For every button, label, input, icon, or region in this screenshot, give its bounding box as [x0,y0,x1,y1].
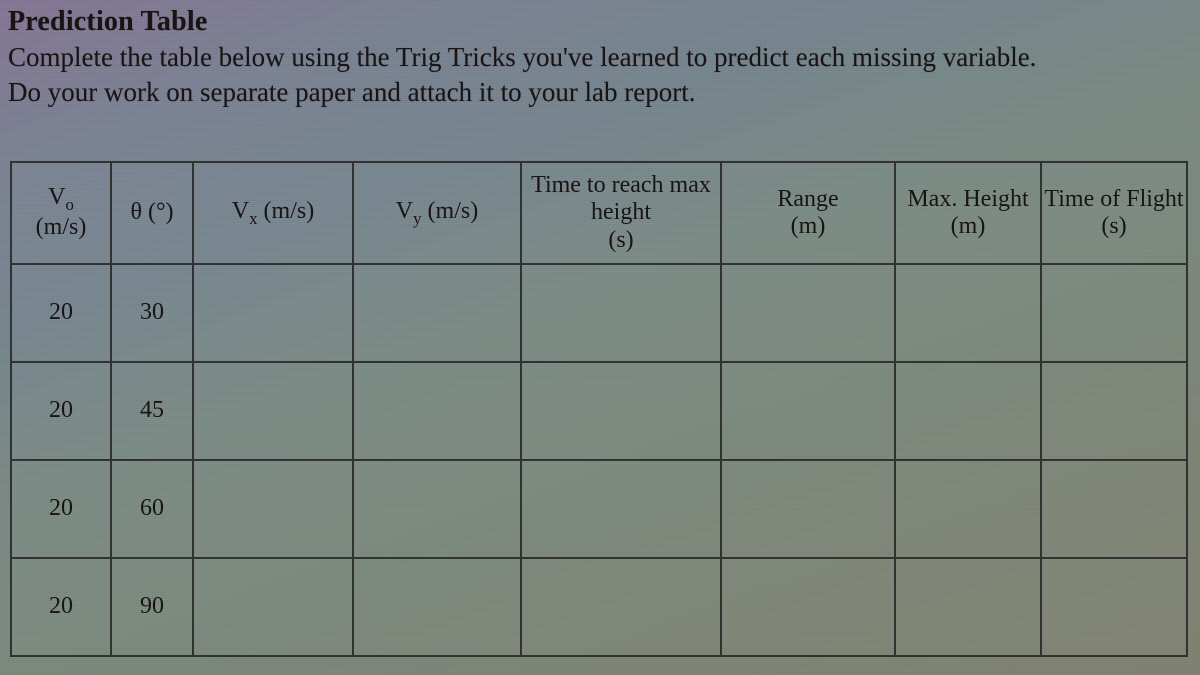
cell-range [721,558,895,656]
instructions-line-2: Do your work on separate paper and attac… [8,77,696,107]
col-header-hmax: Max. Height (m) [895,162,1041,264]
cell-theta: 60 [111,460,193,558]
worksheet-page: Prediction Table Complete the table belo… [0,0,1200,657]
cell-tmax [521,460,721,558]
cell-vx [193,460,353,558]
table-row: 20 90 [11,558,1187,656]
cell-vy [353,460,521,558]
table-row: 20 45 [11,362,1187,460]
col-header-vo: Vo (m/s) [11,162,111,264]
col-header-vx: Vx (m/s) [193,162,353,264]
cell-vo: 20 [11,362,111,460]
cell-tmax [521,558,721,656]
cell-vo: 20 [11,558,111,656]
cell-vx [193,558,353,656]
cell-theta: 90 [111,558,193,656]
cell-tof [1041,558,1187,656]
cell-tmax [521,264,721,362]
cell-tof [1041,264,1187,362]
col-header-theta: θ (°) [111,162,193,264]
cell-hmax [895,558,1041,656]
table-header-row: Vo (m/s) θ (°) Vx (m/s) Vy (m/s) Time to… [11,162,1187,264]
col-header-tmax: Time to reach max height (s) [521,162,721,264]
table-row: 20 30 [11,264,1187,362]
col-header-vy: Vy (m/s) [353,162,521,264]
cell-range [721,264,895,362]
cell-vo: 20 [11,264,111,362]
cell-vy [353,362,521,460]
table-row: 20 60 [11,460,1187,558]
col-header-range: Range (m) [721,162,895,264]
cell-vo: 20 [11,460,111,558]
instructions-block: Complete the table below using the Trig … [8,40,1192,109]
cell-vx [193,362,353,460]
cell-theta: 30 [111,264,193,362]
cell-tmax [521,362,721,460]
cell-vy [353,558,521,656]
cell-hmax [895,362,1041,460]
col-header-tof: Time of Flight (s) [1041,162,1187,264]
cell-vx [193,264,353,362]
cell-tof [1041,460,1187,558]
page-title: Prediction Table [8,6,1192,38]
cell-hmax [895,264,1041,362]
cell-range [721,460,895,558]
cell-tof [1041,362,1187,460]
cell-range [721,362,895,460]
instructions-line-1: Complete the table below using the Trig … [8,42,1036,72]
cell-hmax [895,460,1041,558]
cell-theta: 45 [111,362,193,460]
cell-vy [353,264,521,362]
prediction-table: Vo (m/s) θ (°) Vx (m/s) Vy (m/s) Time to… [10,161,1188,657]
